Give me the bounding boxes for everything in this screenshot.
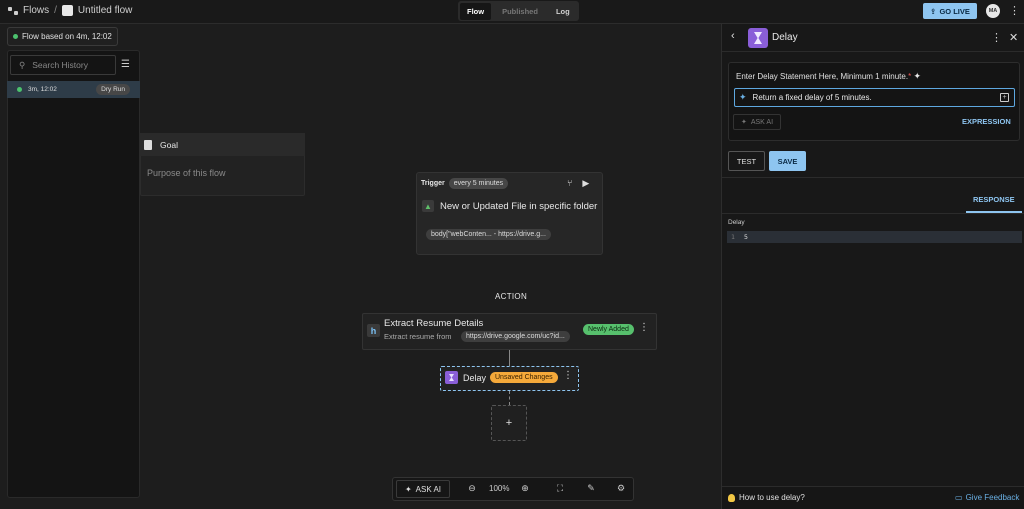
how-to-label: How to use delay? xyxy=(739,493,805,502)
unsaved-badge: Unsaved Changes xyxy=(490,372,558,383)
panel-ask-ai-label: ASK AI xyxy=(750,118,774,126)
tab-log[interactable]: Log xyxy=(549,3,577,20)
schedule-badge: every 5 minutes xyxy=(448,178,509,189)
tab-response[interactable]: RESPONSE xyxy=(973,195,1015,204)
goal-placeholder[interactable]: Purpose of this flow xyxy=(147,168,226,178)
filter-icon[interactable]: ☰ xyxy=(121,60,131,70)
breadcrumb-flow-name[interactable]: Untitled flow xyxy=(78,5,132,16)
zoom-out-icon[interactable]: ⊖ xyxy=(467,483,477,493)
user-settings-icon[interactable]: ⚙ xyxy=(616,483,626,493)
breadcrumb: Flows / Untitled flow xyxy=(8,5,132,16)
delay-node-title: Delay xyxy=(463,373,487,383)
trigger-input-chip: body["webConten... - https://drive.g... xyxy=(426,229,551,240)
save-button[interactable]: SAVE xyxy=(769,151,806,171)
tab-flow[interactable]: Flow xyxy=(460,2,492,20)
view-tabs: Flow Published Log xyxy=(458,1,579,21)
panel-menu-icon[interactable]: ⋮ xyxy=(991,31,1002,44)
feedback-icon: ▭ xyxy=(955,493,963,502)
go-live-button[interactable]: ⇪ GO LIVE xyxy=(923,3,977,19)
trigger-label: Trigger xyxy=(421,180,445,187)
close-icon[interactable]: ✕ xyxy=(1009,31,1018,44)
panel-hourglass-icon xyxy=(748,28,768,48)
avatar[interactable]: MA xyxy=(986,4,1000,18)
search-icon: ⚲ xyxy=(19,59,26,70)
response-field-label: Delay xyxy=(728,219,745,226)
search-history-input[interactable]: ⚲ Search History xyxy=(10,55,116,75)
breadcrumb-flows[interactable]: Flows xyxy=(23,5,49,16)
flow-based-label: Flow based on 4m, 12:02 xyxy=(22,32,112,41)
run-icon[interactable]: ▶ xyxy=(582,178,589,189)
history-row[interactable]: 3m, 12:02 Dry Run xyxy=(7,81,140,98)
how-to-link[interactable]: How to use delay? xyxy=(728,493,805,502)
goal-header: Goal xyxy=(140,133,305,156)
test-button[interactable]: TEST xyxy=(728,151,765,171)
panel-title: Delay xyxy=(772,32,798,43)
flow-file-icon xyxy=(61,5,73,16)
trigger-title: New or Updated File in specific folder xyxy=(440,201,598,212)
goal-title: Goal xyxy=(160,139,178,150)
document-icon xyxy=(144,139,152,150)
newly-added-badge: Newly Added xyxy=(583,324,634,335)
extract-icon: h xyxy=(367,324,380,337)
extract-menu-icon[interactable]: ⋮ xyxy=(639,322,649,333)
action-label: ACTION xyxy=(495,292,528,301)
trigger-actions: ⑂ ▶ xyxy=(567,178,589,189)
google-drive-icon: ▲ xyxy=(422,200,434,212)
go-live-label: GO LIVE xyxy=(939,6,970,16)
history-time: 3m, 12:02 xyxy=(28,86,57,93)
expression-toggle[interactable]: EXPRESSION xyxy=(962,117,1011,126)
line-number: 1 xyxy=(731,233,735,241)
add-step-button[interactable]: + xyxy=(491,405,527,441)
history-status-dot xyxy=(17,87,22,92)
extract-subtitle: Extract resume from xyxy=(384,332,452,341)
response-value: 5 xyxy=(744,233,748,241)
sparkle-icon: ✦ xyxy=(404,484,412,494)
lightbulb-icon xyxy=(728,493,735,502)
zoom-in-icon[interactable]: ⊕ xyxy=(520,483,530,493)
dry-run-badge: Dry Run xyxy=(96,84,130,95)
hourglass-icon xyxy=(445,371,458,384)
response-code-line xyxy=(727,231,1022,243)
label-sparkle-icon[interactable]: ✦ xyxy=(913,71,921,81)
panel-divider xyxy=(722,177,1024,178)
ask-ai-button[interactable]: ✦ ASK AI xyxy=(396,480,450,498)
history-panel xyxy=(7,50,140,498)
more-menu-icon[interactable]: ⋮ xyxy=(1009,4,1020,18)
fit-view-icon[interactable]: ⛶ xyxy=(555,483,565,493)
delay-statement-input[interactable]: ✦ Return a fixed delay of 5 minutes. + xyxy=(734,88,1015,107)
trigger-header: Trigger every 5 minutes xyxy=(421,178,509,189)
required-mark: * xyxy=(908,72,912,81)
statement-label-text: Enter Delay Statement Here, Minimum 1 mi… xyxy=(736,72,909,81)
feedback-label: Give Feedback xyxy=(965,493,1020,502)
input-sparkle-icon: ✦ xyxy=(739,92,747,102)
expand-icon[interactable]: + xyxy=(1000,93,1009,102)
back-icon[interactable]: ‹ xyxy=(731,30,735,42)
branch-icon[interactable]: ⑂ xyxy=(567,178,572,189)
upload-icon: ⇪ xyxy=(930,6,937,16)
delay-statement-value: Return a fixed delay of 5 minutes. xyxy=(752,93,872,102)
tab-published[interactable]: Published xyxy=(495,3,545,20)
search-placeholder: Search History xyxy=(32,60,88,70)
flows-icon xyxy=(8,6,18,16)
extract-title: Extract Resume Details xyxy=(384,318,484,329)
response-divider xyxy=(722,213,1024,214)
feedback-link[interactable]: ▭ Give Feedback xyxy=(955,493,1019,502)
extract-url-chip: https://drive.google.com/uc?id... xyxy=(461,331,570,342)
ask-ai-label: ASK AI xyxy=(415,484,442,494)
panel-ask-ai-button[interactable]: ✦ ASK AI xyxy=(733,114,781,130)
breadcrumb-separator: / xyxy=(54,5,57,16)
delay-statement-label: Enter Delay Statement Here, Minimum 1 mi… xyxy=(736,71,921,82)
zoom-level: 100% xyxy=(489,484,510,493)
connector-dashed xyxy=(509,391,510,405)
connector-line xyxy=(509,350,510,366)
panel-ask-ai-sparkle-icon: ✦ xyxy=(740,119,747,126)
delay-menu-icon[interactable]: ⋮ xyxy=(563,370,573,381)
status-dot xyxy=(13,34,18,39)
flow-based-badge: Flow based on 4m, 12:02 xyxy=(7,27,118,46)
notes-icon[interactable]: ✎ xyxy=(586,483,596,493)
